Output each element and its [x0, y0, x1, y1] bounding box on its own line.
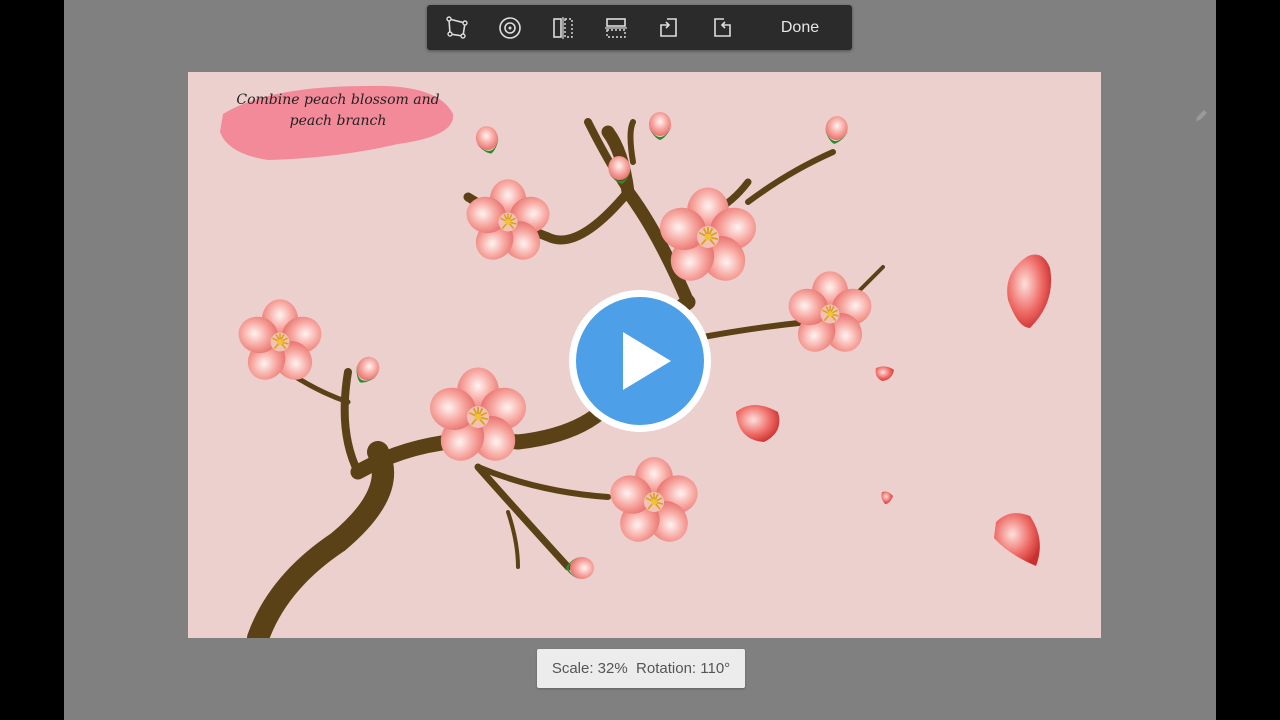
bud-top-left — [472, 123, 503, 157]
rotate-right-icon — [714, 17, 731, 37]
blossom-1 — [461, 178, 555, 268]
scale-readout: Scale: 32% — [551, 660, 628, 677]
rotate-left-icon — [660, 17, 677, 37]
falling-petals — [736, 254, 1052, 566]
play-button[interactable] — [567, 288, 713, 434]
rotate-left-button[interactable] — [647, 5, 691, 50]
distort-tool-button[interactable] — [435, 5, 479, 50]
rotation-readout: Rotation: 110° — [636, 660, 731, 677]
blossom-4 — [423, 366, 533, 471]
bud-top-right — [822, 114, 851, 146]
distort-tool-icon — [446, 15, 468, 39]
artwork-caption: Combine peach blossom and peach branch — [236, 92, 440, 129]
bud-top-center — [648, 112, 672, 140]
done-button[interactable]: Done — [763, 5, 837, 50]
flip-vertical-button[interactable] — [594, 5, 638, 50]
bud-bottom — [566, 556, 594, 580]
warp-tool-button[interactable] — [488, 5, 532, 50]
warp-tool-icon — [499, 16, 521, 39]
blossom-3 — [233, 298, 327, 388]
flip-vertical-icon — [605, 17, 627, 38]
flip-horizontal-button[interactable] — [541, 5, 585, 50]
transform-toolbar: Done — [427, 5, 852, 50]
blossom-6 — [604, 456, 704, 551]
blossom-5 — [783, 270, 877, 360]
transform-status: Scale: 32% Rotation: 110° — [537, 649, 745, 688]
bud-left — [349, 352, 385, 389]
flip-horizontal-icon — [553, 16, 573, 39]
pencil-icon[interactable] — [1193, 108, 1209, 124]
rotate-right-button[interactable] — [700, 5, 744, 50]
